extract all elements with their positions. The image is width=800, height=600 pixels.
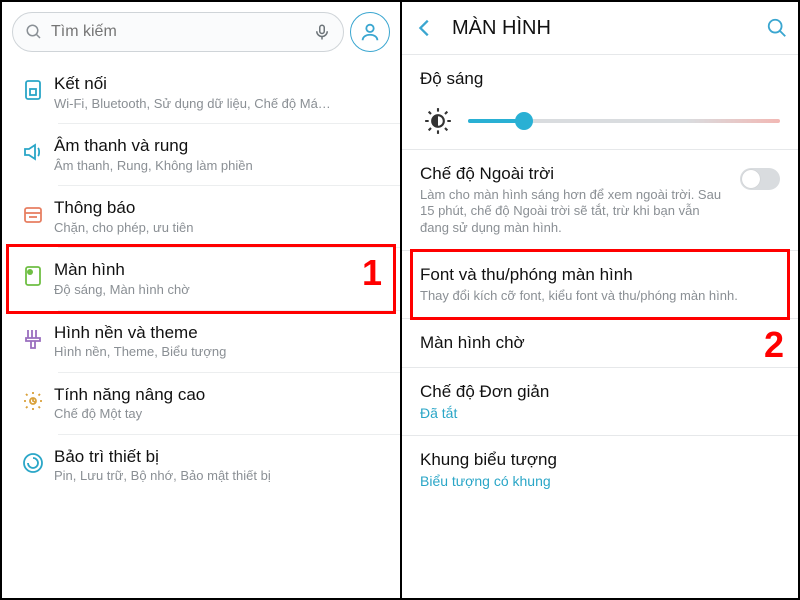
settings-row-display[interactable]: Màn hình Độ sáng, Màn hình chờ: [2, 248, 400, 309]
advanced-icon: [12, 385, 54, 413]
iconframe-value: Biểu tượng có khung: [420, 473, 780, 489]
brightness-slider[interactable]: [468, 109, 780, 133]
row-sub: Hình nền, Theme, Biểu tượng: [54, 344, 388, 360]
back-icon[interactable]: [412, 15, 438, 41]
row-title: Âm thanh và rung: [54, 136, 388, 156]
simple-mode-row[interactable]: Chế độ Đơn giản Đã tắt: [402, 368, 798, 435]
row-sub: Độ sáng, Màn hình chờ: [54, 282, 388, 298]
icon-frame-row[interactable]: Khung biểu tượng Biểu tượng có khung: [402, 436, 798, 503]
outdoor-desc: Làm cho màn hình sáng hơn để xem ngoài t…: [420, 187, 730, 236]
brightness-section: Độ sáng: [402, 55, 798, 149]
row-title: Thông báo: [54, 198, 388, 218]
display-header: MÀN HÌNH: [402, 2, 798, 54]
brush-icon: [12, 323, 54, 351]
display-icon: [12, 260, 54, 288]
settings-main-panel: Kết nối Wi-Fi, Bluetooth, Sử dụng dữ liệu…: [2, 2, 400, 598]
brightness-icon: [424, 107, 452, 135]
settings-row-maint[interactable]: Bảo trì thiết bịPin, Lưu trữ, Bộ nhớ, Bả…: [2, 435, 400, 496]
row-title: Kết nối: [54, 74, 388, 94]
row-title: Tính năng nâng cao: [54, 385, 388, 405]
voice-icon[interactable]: [313, 23, 331, 41]
simple-value: Đã tắt: [420, 405, 780, 421]
row-sub: Âm thanh, Rung, Không làm phiền: [54, 158, 388, 174]
settings-row-advanced[interactable]: Tính năng nâng caoChế độ Một tay: [2, 373, 400, 434]
settings-row-sound[interactable]: Âm thanh và rung Âm thanh, Rung, Không là…: [2, 124, 400, 185]
iconframe-title: Khung biểu tượng: [420, 450, 780, 470]
search-bar[interactable]: [12, 12, 344, 52]
simple-title: Chế độ Đơn giản: [420, 382, 780, 402]
sound-icon: [12, 136, 54, 164]
sim-icon: [12, 74, 54, 102]
settings-row-brush[interactable]: Hình nền và themeHình nền, Theme, Biểu t…: [2, 311, 400, 372]
row-sub: Wi-Fi, Bluetooth, Sử dụng dữ liệu, Chế đ…: [54, 96, 388, 112]
standby-row[interactable]: Màn hình chờ: [402, 319, 798, 367]
row-title: Màn hình: [54, 260, 388, 280]
row-sub: Pin, Lưu trữ, Bộ nhớ, Bảo mật thiết bị: [54, 468, 388, 484]
display-settings-panel: MÀN HÌNH Độ sáng Chế độ Ngoài trời Làm c…: [402, 2, 798, 598]
standby-title: Màn hình chờ: [420, 333, 780, 353]
row-sub: Chế độ Một tay: [54, 406, 388, 422]
search-input[interactable]: [51, 23, 305, 41]
outdoor-title: Chế độ Ngoài trời: [420, 164, 730, 184]
search-icon: [25, 23, 43, 41]
settings-list: Kết nối Wi-Fi, Bluetooth, Sử dụng dữ liệu…: [2, 62, 400, 496]
font-desc: Thay đổi kích cỡ font, kiểu font và thu/…: [420, 288, 780, 304]
font-title: Font và thu/phóng màn hình: [420, 265, 780, 285]
badge-icon: [12, 198, 54, 226]
search-icon[interactable]: [766, 17, 788, 39]
row-title: Bảo trì thiết bị: [54, 447, 388, 467]
row-title: Hình nền và theme: [54, 323, 388, 343]
outdoor-mode-row[interactable]: Chế độ Ngoài trời Làm cho màn hình sáng …: [402, 150, 798, 250]
settings-row-sim[interactable]: Kết nối Wi-Fi, Bluetooth, Sử dụng dữ liệu…: [2, 62, 400, 123]
brightness-label: Độ sáng: [420, 69, 780, 89]
page-title: MÀN HÌNH: [452, 17, 766, 40]
font-zoom-row[interactable]: Font và thu/phóng màn hình Thay đổi kích…: [402, 251, 798, 318]
profile-button[interactable]: [350, 12, 390, 52]
row-sub: Chặn, cho phép, ưu tiên: [54, 220, 388, 236]
outdoor-toggle[interactable]: [740, 168, 780, 190]
maint-icon: [12, 447, 54, 475]
settings-row-badge[interactable]: Thông báo Chặn, cho phép, ưu tiên: [2, 186, 400, 247]
